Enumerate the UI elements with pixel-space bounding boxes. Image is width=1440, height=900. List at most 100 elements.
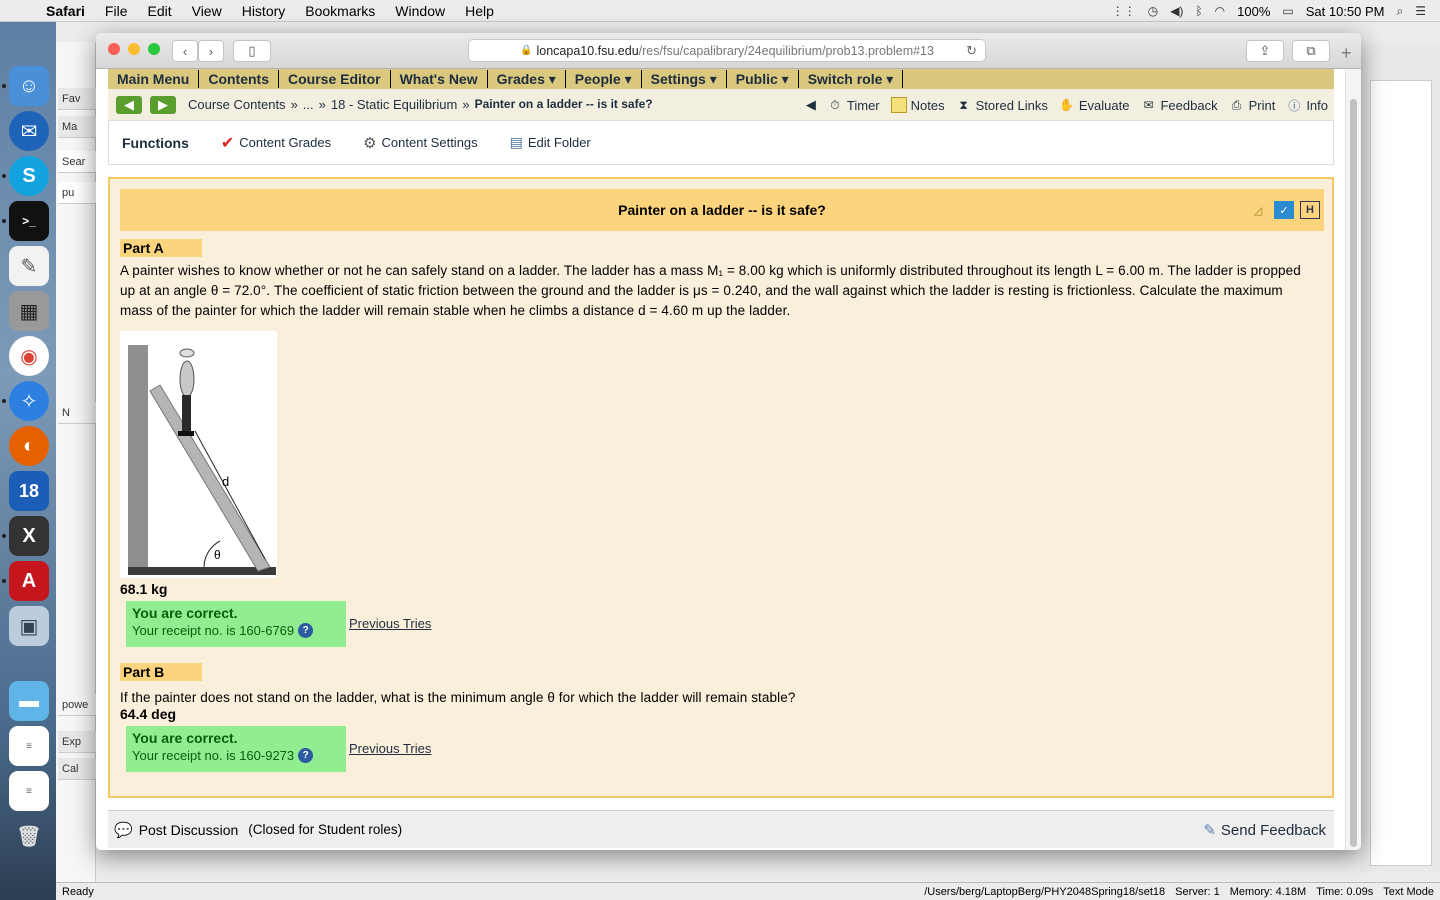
menu-bookmarks[interactable]: Bookmarks	[295, 3, 385, 19]
feedback-button[interactable]: ✉ Feedback	[1140, 97, 1217, 113]
spotlight-search-icon[interactable]: ⌕	[1397, 4, 1404, 19]
minimize-window-button[interactable]	[128, 43, 140, 55]
scrollbar-thumb[interactable]	[1350, 99, 1357, 847]
content-settings-link[interactable]: ⚙ Content Settings	[363, 134, 478, 152]
book-icon[interactable]: ✓	[1274, 201, 1294, 219]
menu-settings[interactable]: Settings ▾	[642, 70, 727, 88]
print-button[interactable]: ⎙ Print	[1229, 97, 1276, 113]
problem-title: Painter on a ladder -- is it safe?	[618, 202, 826, 218]
chrome-icon[interactable]: ◉	[9, 336, 49, 376]
sidebar-toggle-icon[interactable]: ▯	[233, 40, 271, 62]
help-question-icon[interactable]: ?	[298, 748, 314, 763]
status-time: Time: 0.09s	[1316, 885, 1374, 898]
forward-button[interactable]: ›	[198, 40, 224, 62]
calendar-18-icon[interactable]: 18	[9, 471, 49, 511]
info-button[interactable]: ⓘ Info	[1286, 97, 1328, 113]
bg-sidebar-row[interactable]: pu	[58, 182, 96, 204]
url-domain: loncapa10.fsu.edu	[536, 43, 639, 58]
notification-center-icon[interactable]: ☰	[1415, 4, 1426, 18]
stopwatch-icon: ⏱	[830, 97, 840, 112]
previous-resource-arrow-icon[interactable]: ◀	[116, 95, 142, 114]
timer-button[interactable]: ⏱ Timer	[827, 97, 880, 113]
preview-icon[interactable]: ▣	[9, 606, 49, 646]
time-machine-icon[interactable]: ◷	[1148, 4, 1158, 18]
bluetooth-icon[interactable]: ᛒ	[1195, 4, 1202, 18]
next-resource-arrow-icon[interactable]: ▶	[150, 95, 176, 114]
bg-search-field[interactable]: Sear	[58, 151, 96, 173]
wifi-icon[interactable]: ◠	[1215, 4, 1225, 18]
menu-public[interactable]: Public ▾	[727, 70, 799, 88]
navigation-bar: ◀ ▶ Course Contents » ... » 18 - Static …	[108, 89, 1334, 121]
mail-icon[interactable]: ✉	[9, 111, 49, 151]
background-status-bar: Ready /Users/berg/LaptopBerg/PHY2048Spri…	[56, 882, 1440, 900]
collapse-tools-arrow-icon[interactable]: ◀	[806, 97, 816, 113]
zoom-window-button[interactable]	[148, 43, 160, 55]
post-discussion-link[interactable]: 💬 Post Discussion	[114, 821, 238, 839]
menubar-clock[interactable]: Sat 10:50 PM	[1306, 4, 1385, 19]
acrobat-icon[interactable]: A	[9, 561, 49, 601]
new-tab-icon[interactable]: +	[1341, 43, 1352, 64]
part-b-previous-tries-link[interactable]: Previous Tries	[349, 741, 431, 756]
back-button[interactable]: ‹	[172, 40, 198, 62]
calculator-icon[interactable]: ▦	[9, 291, 49, 331]
menu-edit[interactable]: Edit	[137, 3, 181, 19]
address-bar[interactable]: 🔒 loncapa10.fsu.edu/res/fsu/capalibrary/…	[468, 39, 986, 62]
volume-icon[interactable]: ◀)	[1170, 4, 1183, 18]
menu-main-menu[interactable]: Main Menu	[108, 70, 200, 88]
reload-icon[interactable]: ↻	[966, 43, 977, 59]
menu-people[interactable]: People ▾	[566, 70, 642, 88]
tabs-overview-icon[interactable]: ⧉	[1292, 40, 1330, 62]
part-a-previous-tries-link[interactable]: Previous Tries	[349, 616, 431, 631]
document-thumbnail-icon[interactable]: ≡	[9, 771, 49, 811]
wall-shape	[128, 345, 148, 573]
stored-links-button[interactable]: ⧗ Stored Links	[956, 97, 1047, 113]
menu-file[interactable]: File	[95, 3, 138, 19]
close-window-button[interactable]	[108, 43, 120, 55]
menu-help[interactable]: Help	[455, 3, 504, 19]
menu-switch-role[interactable]: Switch role ▾	[799, 70, 904, 88]
menu-whats-new[interactable]: What's New	[391, 70, 488, 88]
content-grades-link[interactable]: ✔ Content Grades	[221, 133, 331, 153]
link-icon: ⧗	[959, 97, 968, 112]
firefox-icon[interactable]: ◐	[9, 426, 49, 466]
menu-grades[interactable]: Grades ▾	[488, 70, 566, 88]
terminal-icon[interactable]: >_	[9, 201, 49, 241]
hint-h-icon[interactable]: H	[1300, 201, 1320, 219]
document-thumbnail-icon[interactable]: ≡	[9, 726, 49, 766]
ruler-triangle-icon[interactable]: ◿	[1248, 201, 1268, 219]
menu-view[interactable]: View	[182, 3, 232, 19]
breadcrumb-course-contents[interactable]: Course Contents	[188, 97, 286, 112]
bg-sidebar-row[interactable]: Fav	[58, 88, 96, 110]
finder-icon[interactable]: ☺	[9, 66, 49, 106]
running-indicator	[2, 399, 6, 403]
menu-course-editor[interactable]: Course Editor	[279, 70, 391, 88]
folder-icon[interactable]: ▬	[9, 681, 49, 721]
trash-icon[interactable]: 🗑	[9, 816, 49, 856]
help-question-icon[interactable]: ?	[298, 623, 314, 638]
textedit-icon[interactable]: ✎	[9, 246, 49, 286]
safari-window: ‹ › ▯ 🔒 loncapa10.fsu.edu/res/fsu/capali…	[96, 33, 1361, 850]
edit-folder-link[interactable]: ▤ Edit Folder	[510, 134, 591, 151]
bg-sidebar-row[interactable]: Exp	[58, 731, 96, 753]
battery-percent[interactable]: 100%	[1237, 4, 1270, 19]
breadcrumb-folder[interactable]: 18 - Static Equilibrium	[331, 97, 457, 112]
notes-button[interactable]: Notes	[890, 97, 945, 113]
menu-contents[interactable]: Contents	[199, 70, 280, 88]
page-scrollbar[interactable]	[1345, 69, 1361, 850]
battery-icon[interactable]: ▭	[1282, 4, 1293, 18]
part-a-correct-message: You are correct.	[132, 605, 238, 621]
share-icon[interactable]: ⇪	[1246, 40, 1284, 62]
send-feedback-link[interactable]: ✎ Send Feedback	[1203, 811, 1326, 849]
skype-icon[interactable]: S	[9, 156, 49, 196]
activity-icon[interactable]: ⋮⋮	[1112, 4, 1136, 18]
menu-history[interactable]: History	[232, 3, 296, 19]
safari-icon[interactable]: ✧	[9, 381, 49, 421]
timer-label: Timer	[846, 97, 880, 113]
breadcrumb-ellipsis[interactable]: ...	[303, 97, 314, 112]
evaluate-button[interactable]: ✋ Evaluate	[1059, 97, 1129, 113]
menu-app-safari[interactable]: Safari	[36, 3, 95, 19]
bg-sidebar-row[interactable]: Ma	[58, 116, 96, 138]
x11-icon[interactable]: X	[9, 516, 49, 556]
bg-sidebar-row[interactable]: Cal	[58, 758, 96, 780]
menu-window[interactable]: Window	[385, 3, 455, 19]
